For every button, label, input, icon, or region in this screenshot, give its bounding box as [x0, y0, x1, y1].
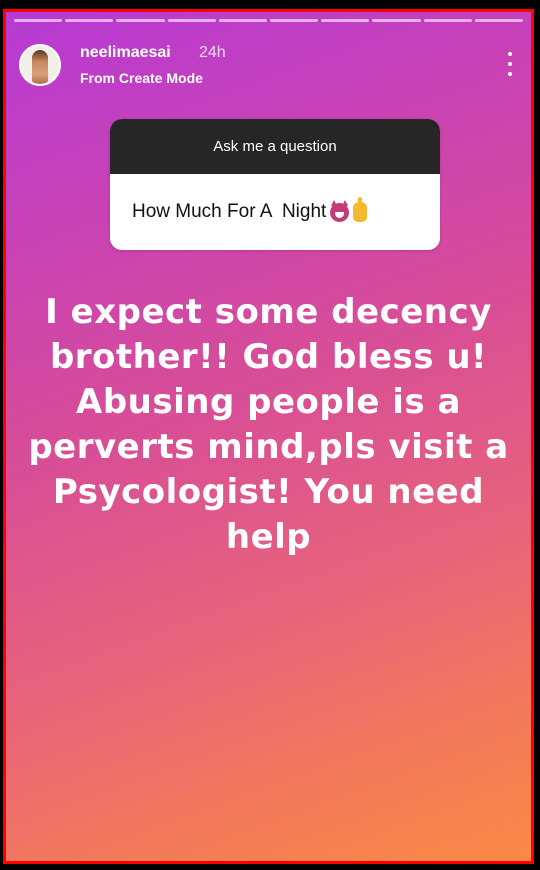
more-options-icon[interactable]: [507, 52, 513, 76]
story-subtitle: From Create Mode: [80, 70, 203, 86]
progress-segment: [65, 19, 114, 22]
pointing-up-emoji-icon: [353, 197, 368, 222]
progress-segment: [116, 19, 165, 22]
story-frame[interactable]: neelimaesai 24h From Create Mode Ask me …: [3, 9, 534, 864]
story-caption: I expect some decency brother!! God bles…: [28, 292, 509, 557]
devil-tongue-emoji-icon: [330, 199, 350, 222]
question-sticker-header: Ask me a question: [110, 119, 440, 174]
progress-segment: [372, 19, 421, 22]
progress-segment: [423, 19, 472, 22]
progress-segment: [474, 19, 524, 22]
progress-segment: [14, 19, 63, 22]
progress-segment: [167, 19, 216, 22]
question-text: How Much For A Night: [132, 201, 327, 222]
avatar-photo: [32, 50, 48, 84]
question-sticker-body: How Much For A Night: [110, 174, 440, 250]
progress-segment: [321, 19, 370, 22]
story-progress-bar: [14, 19, 524, 22]
question-sticker[interactable]: Ask me a question How Much For A Night: [110, 119, 440, 250]
avatar[interactable]: [19, 44, 61, 86]
progress-segment: [218, 19, 268, 22]
progress-segment: [270, 19, 319, 22]
username[interactable]: neelimaesai: [80, 44, 171, 62]
story-timestamp: 24h: [199, 44, 226, 61]
